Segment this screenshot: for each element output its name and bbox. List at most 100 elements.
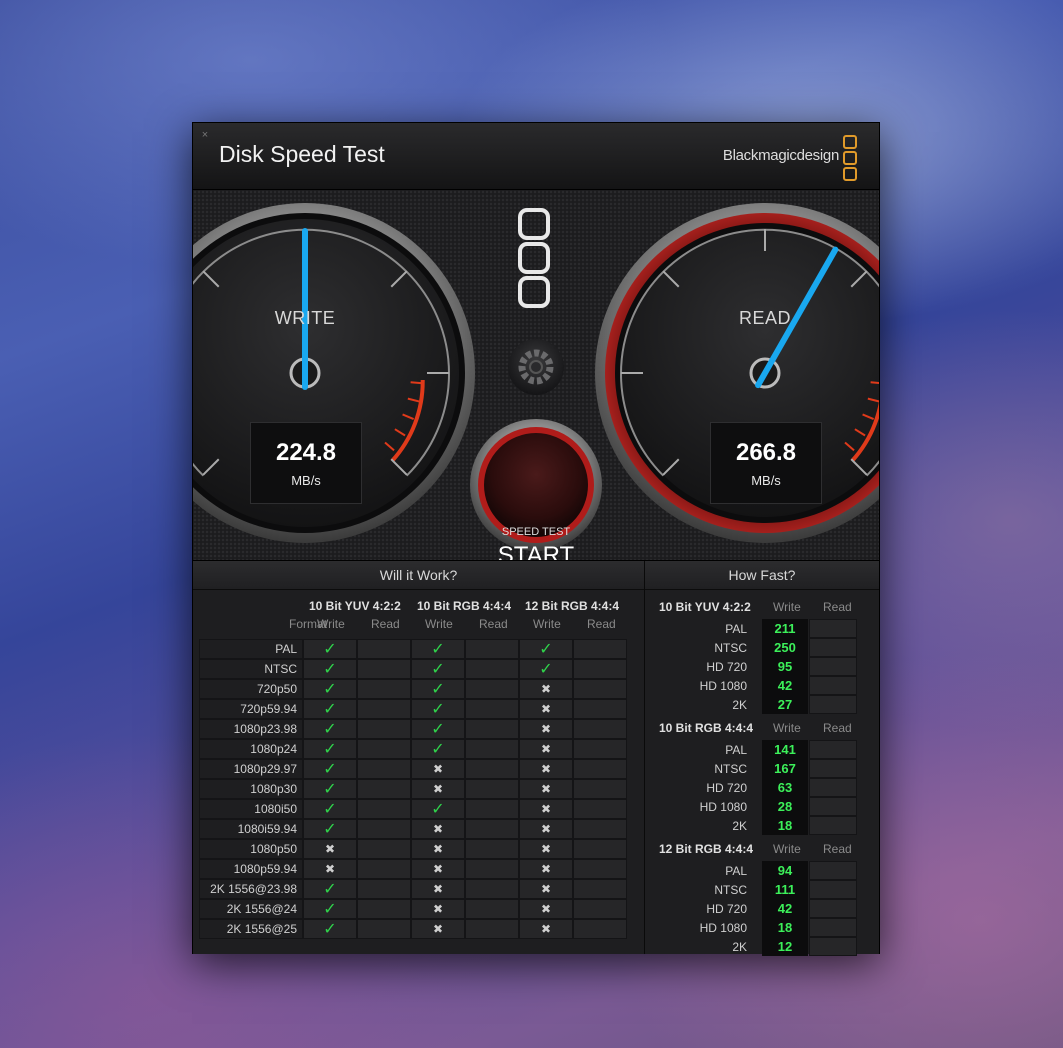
read-result-cell	[465, 839, 519, 859]
read-speed-cell	[809, 861, 857, 880]
format-cell	[199, 799, 303, 819]
check-icon: ✓	[431, 721, 445, 738]
read-result-cell	[465, 879, 519, 899]
write-speed-cell: 18	[762, 918, 808, 937]
format-label: NTSC	[714, 641, 747, 655]
read-result-cell	[357, 639, 411, 659]
read-result-cell	[573, 639, 627, 659]
check-icon: ✓	[323, 701, 337, 718]
format-cell	[199, 759, 303, 779]
check-icon: ✓	[431, 641, 445, 658]
write-column-header: Write	[533, 617, 561, 631]
check-icon: ✓	[539, 641, 553, 658]
read-result-cell	[573, 659, 627, 679]
blackmagic-logo-icon	[843, 135, 857, 183]
check-icon: ✓	[431, 681, 445, 698]
read-result-cell	[465, 679, 519, 699]
write-column-header: Write	[773, 600, 801, 614]
read-speed-cell	[809, 619, 857, 638]
read-result-cell	[573, 919, 627, 939]
check-icon: ✓	[323, 721, 337, 738]
read-result-cell	[465, 919, 519, 939]
write-speed-cell: 250	[762, 638, 808, 657]
check-icon: ✓	[323, 881, 337, 898]
check-icon: ✓	[323, 901, 337, 918]
will-it-work-title: Will it Work?	[193, 561, 644, 590]
format-cell	[199, 739, 303, 759]
group-header: 10 Bit YUV 4:2:2	[659, 600, 751, 614]
read-speed-cell	[809, 695, 857, 714]
read-result-cell	[357, 879, 411, 899]
format-cell	[199, 699, 303, 719]
format-cell	[199, 719, 303, 739]
format-label: PAL	[725, 864, 747, 878]
format-cell	[199, 639, 303, 659]
format-label: HD 1080	[699, 800, 747, 814]
start-button-caption: SPEED TEST	[501, 526, 571, 538]
read-column-header: Read	[371, 617, 400, 631]
format-label: 2K	[732, 940, 747, 954]
check-icon: ✓	[323, 741, 337, 758]
read-column-header: Read	[823, 721, 852, 735]
read-result-cell	[465, 639, 519, 659]
check-icon: ✓	[323, 801, 337, 818]
group-header: 12 Bit RGB 4:4:4	[525, 599, 620, 613]
close-icon[interactable]: ×	[199, 129, 211, 141]
format-label: NTSC	[714, 883, 747, 897]
write-speed-unit: MB/s	[291, 473, 321, 488]
app-title: Disk Speed Test	[219, 141, 385, 167]
read-speed-cell	[809, 676, 857, 695]
write-gauge-label: WRITE	[274, 308, 336, 328]
results-area: Will it Work? 10 Bit YUV 4:2:2 10 Bit RGB…	[193, 560, 879, 956]
write-speed-cell: 141	[762, 740, 808, 759]
read-speed-value: 266.8	[735, 439, 797, 466]
read-result-cell	[573, 739, 627, 759]
read-result-cell	[465, 719, 519, 739]
write-speed-cell: 95	[762, 657, 808, 676]
format-cell	[199, 859, 303, 879]
format-cell	[199, 839, 303, 859]
read-result-cell	[357, 679, 411, 699]
read-result-cell	[465, 819, 519, 839]
read-result-cell	[357, 859, 411, 879]
format-label: 2K	[732, 819, 747, 833]
write-speed-cell: 12	[762, 937, 808, 956]
read-result-cell	[465, 779, 519, 799]
format-cell	[199, 879, 303, 899]
check-icon: ✓	[431, 701, 445, 718]
read-result-cell	[357, 759, 411, 779]
read-result-cell	[573, 859, 627, 879]
read-speed-cell	[809, 759, 857, 778]
format-cell	[199, 819, 303, 839]
write-speed-cell: 27	[762, 695, 808, 714]
read-result-cell	[465, 759, 519, 779]
read-gauge-label: READ	[738, 308, 791, 328]
read-result-cell	[573, 819, 627, 839]
redzone-tick	[870, 381, 879, 384]
format-cell	[199, 679, 303, 699]
cross-icon: ✖	[540, 922, 552, 936]
read-speed-cell	[809, 778, 857, 797]
read-speed-cell	[809, 937, 857, 956]
how-fast-title: How Fast?	[645, 561, 879, 590]
read-result-cell	[357, 899, 411, 919]
write-speed-cell: 42	[762, 899, 808, 918]
title-bar: × Disk Speed Test Blackmagicdesign	[193, 123, 879, 190]
read-result-cell	[357, 839, 411, 859]
read-speed-cell	[809, 816, 857, 835]
write-column-header: Write	[773, 842, 801, 856]
format-label: HD 720	[706, 781, 747, 795]
settings-button[interactable]	[508, 406, 564, 462]
format-label: HD 720	[706, 660, 747, 674]
write-speed-cell: 63	[762, 778, 808, 797]
read-column-header: Read	[479, 617, 508, 631]
write-speed-cell: 18	[762, 816, 808, 835]
write-speed-cell: 94	[762, 861, 808, 880]
group-header: 10 Bit RGB 4:4:4	[417, 599, 512, 613]
read-result-cell	[573, 799, 627, 819]
write-speed-cell: 111	[762, 880, 808, 899]
read-result-cell	[465, 799, 519, 819]
cross-icon: ✖	[432, 922, 444, 936]
read-speed-unit: MB/s	[751, 473, 781, 488]
check-icon: ✓	[323, 661, 337, 678]
